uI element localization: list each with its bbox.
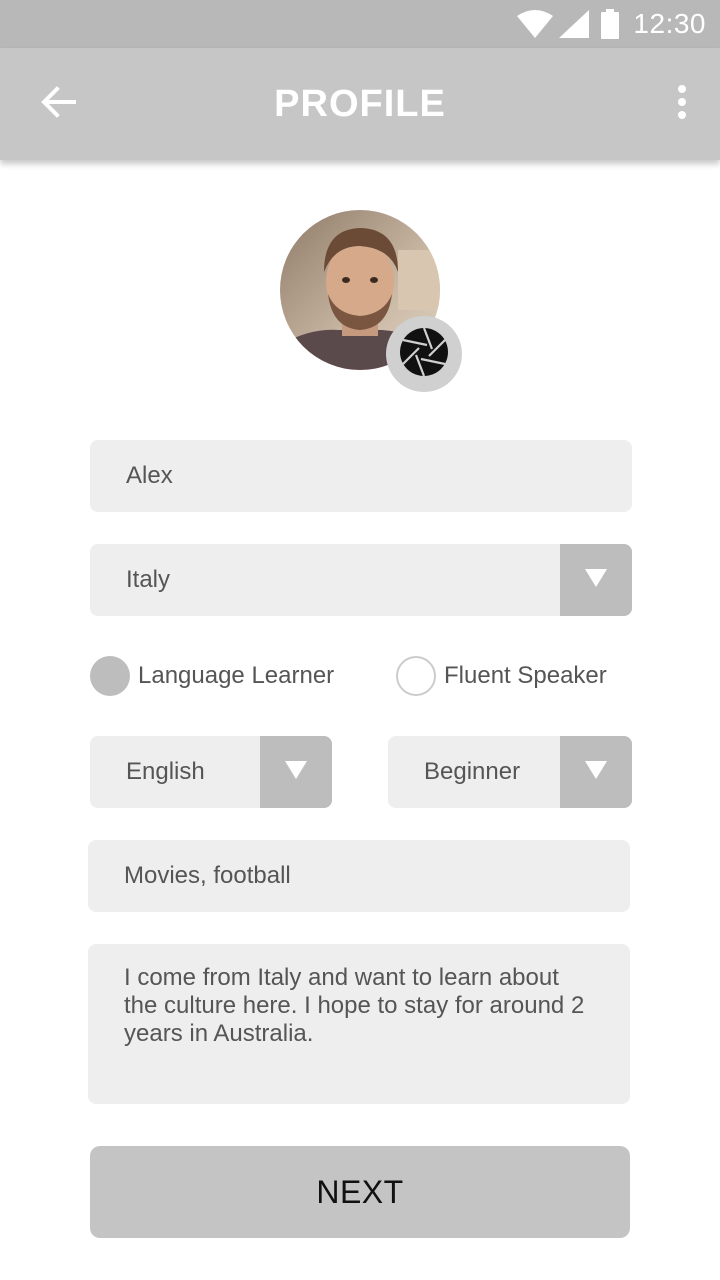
triangle-down-icon [285,758,307,786]
radio-language-learner[interactable]: Language Learner [90,656,334,696]
triangle-down-icon [585,566,607,594]
back-button[interactable] [28,74,88,134]
next-button[interactable]: NEXT [90,1146,630,1238]
radio-fluent-speaker[interactable]: Fluent Speaker [396,656,607,696]
more-vertical-icon [677,84,687,125]
wifi-icon [517,10,554,38]
triangle-down-icon [585,758,607,786]
cellular-signal-icon [559,10,590,38]
status-icons: 12:30 [517,0,706,48]
status-time: 12:30 [633,8,706,39]
language-dropdown-toggle[interactable] [260,736,332,808]
language-value: English [126,758,205,785]
radio-selected-indicator [90,656,130,696]
radio-unselected-indicator [396,656,436,696]
bio-textarea[interactable]: I come from Italy and want to learn abou… [88,944,630,1104]
change-photo-button[interactable] [386,316,462,392]
battery-icon [601,9,620,39]
level-select[interactable]: Beginner [388,736,632,808]
bio-value: I come from Italy and want to learn abou… [124,964,585,1047]
interests-field[interactable]: Movies, football [88,840,630,912]
radio-label: Fluent Speaker [444,662,607,689]
status-bar: 12:30 [0,0,720,48]
country-dropdown-toggle[interactable] [560,544,632,616]
arrow-left-icon [40,85,76,123]
radio-label: Language Learner [138,662,335,689]
name-field[interactable]: Alex [90,440,632,512]
language-select[interactable]: English [90,736,332,808]
country-select[interactable]: Italy [90,544,632,616]
interests-value: Movies, football [124,862,291,889]
camera-aperture-icon [399,327,449,382]
level-value: Beginner [424,758,521,785]
more-options-button[interactable] [664,74,700,134]
page-title: PROFILE [274,83,446,125]
country-value: Italy [126,566,171,593]
level-dropdown-toggle[interactable] [560,736,632,808]
app-bar: PROFILE [0,48,720,160]
name-value: Alex [126,462,173,489]
